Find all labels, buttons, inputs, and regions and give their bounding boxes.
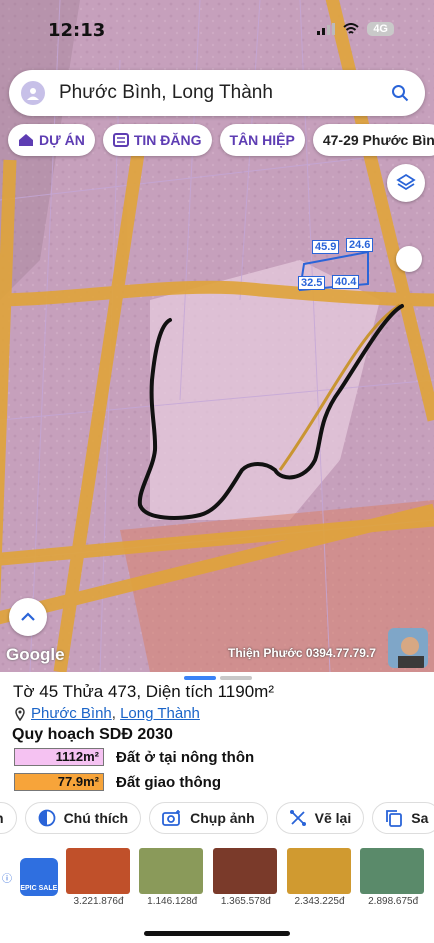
sheet-handle[interactable] bbox=[184, 676, 252, 680]
chevron-up-icon bbox=[21, 612, 35, 621]
chip-label: TIN ĐĂNG bbox=[133, 132, 202, 148]
plan-title: Quy hoạch SDĐ 2030 bbox=[12, 726, 173, 743]
product-image bbox=[286, 847, 351, 894]
legend-button[interactable]: Chú thích bbox=[24, 802, 142, 834]
chip-tan-hiep[interactable]: TÂN HIỆP bbox=[219, 124, 305, 156]
copy-icon bbox=[386, 810, 403, 827]
status-icons: 4G bbox=[317, 22, 394, 36]
filter-chips: DỰ ÁN TIN ĐĂNG TÂN HIỆP 47-29 Phước Bìn bbox=[8, 124, 434, 156]
ad-product[interactable]: 2.898.675đ bbox=[360, 847, 426, 907]
redraw-button[interactable]: Vẽ lại bbox=[275, 802, 365, 834]
chip-label: TÂN HIỆP bbox=[229, 132, 295, 148]
ad-product[interactable]: 1.365.578đ bbox=[213, 847, 279, 907]
chip-label: 47-29 Phước Bìn bbox=[322, 132, 434, 148]
clock: 12:13 bbox=[48, 20, 106, 41]
face-photo bbox=[388, 628, 428, 668]
list-icon bbox=[112, 133, 129, 147]
save-button[interactable]: Sa bbox=[372, 802, 434, 834]
chip-tin-dang[interactable]: TIN ĐĂNG bbox=[102, 124, 212, 156]
network-badge: 4G bbox=[367, 22, 394, 36]
action-label: Chụp ảnh bbox=[190, 810, 255, 826]
chip-parcel[interactable]: 47-29 Phước Bìn bbox=[312, 124, 434, 156]
home-indicator bbox=[144, 931, 290, 936]
zone-area: 1112m² bbox=[14, 748, 104, 766]
watermark: Thiện Phước 0394.77.79.7 bbox=[228, 646, 376, 660]
search-input[interactable]: Phước Bình, Long Thành bbox=[59, 82, 389, 104]
user-icon bbox=[27, 88, 39, 100]
zone-area: 77.9m² bbox=[14, 773, 104, 791]
zone-label: Đất ở tại nông thôn bbox=[116, 748, 255, 766]
sale-badge[interactable]: EPIC SALE bbox=[19, 858, 58, 896]
zone-row: 1112m² Đất ở tại nông thôn bbox=[14, 748, 254, 766]
layers-button[interactable] bbox=[387, 164, 425, 202]
layers-icon bbox=[396, 173, 416, 191]
product-price: 1.365.578đ bbox=[220, 895, 271, 907]
profile-thumbnail[interactable] bbox=[388, 628, 428, 668]
ad-product[interactable]: 2.343.225đ bbox=[286, 847, 353, 907]
status-bar: 12:13 4G bbox=[0, 0, 434, 56]
expand-button[interactable] bbox=[9, 598, 47, 636]
parcel-location: Phước Bình, Long Thành bbox=[15, 705, 200, 722]
action-partial[interactable]: n bbox=[0, 802, 17, 834]
measure-label: 32.5 bbox=[298, 276, 326, 290]
ad-product[interactable]: 3.221.876đ bbox=[65, 847, 132, 907]
measure-label: 45.9 bbox=[312, 240, 340, 254]
redraw-icon bbox=[289, 810, 306, 826]
zone-label: Đất giao thông bbox=[116, 773, 221, 791]
location-separator: , bbox=[111, 705, 116, 722]
product-price: 1.146.128đ bbox=[147, 895, 198, 907]
action-label: n bbox=[0, 810, 4, 826]
measure-label: 24.6 bbox=[346, 238, 374, 252]
search-bar[interactable]: Phước Bình, Long Thành bbox=[9, 70, 425, 116]
measure-label: 40.4 bbox=[332, 275, 360, 289]
search-icon[interactable] bbox=[389, 84, 411, 102]
home-icon bbox=[19, 134, 33, 146]
parcel-info-sheet[interactable]: Tờ 45 Thửa 473, Diện tích 1190m² Phước B… bbox=[0, 672, 434, 943]
action-label: Vẽ lại bbox=[314, 810, 352, 826]
product-image bbox=[213, 847, 278, 894]
avatar[interactable] bbox=[21, 81, 45, 105]
location-link-district[interactable]: Long Thành bbox=[120, 705, 200, 722]
action-label: Sa bbox=[411, 810, 429, 826]
location-pin-icon bbox=[15, 706, 25, 721]
chip-du-an[interactable]: DỰ ÁN bbox=[8, 124, 95, 156]
map-view[interactable]: 45.9 24.6 32.5 40.4 12:13 4G Phước Bình,… bbox=[0, 0, 434, 672]
product-image bbox=[139, 847, 204, 894]
camera-add-icon bbox=[162, 810, 181, 826]
ad-product[interactable]: 1.146.128đ bbox=[139, 847, 205, 907]
product-image bbox=[65, 847, 130, 894]
ad-banner[interactable]: ⓘ EPIC SALE 3.221.876đ 1.146.128đ 1.365.… bbox=[0, 844, 434, 910]
product-price: 3.221.876đ bbox=[73, 895, 124, 907]
info-icon[interactable]: ⓘ bbox=[2, 870, 20, 885]
chip-label: DỰ ÁN bbox=[39, 132, 85, 148]
google-logo: Google bbox=[6, 645, 65, 664]
product-image bbox=[360, 847, 425, 894]
wifi-icon bbox=[343, 23, 359, 34]
location-link-ward[interactable]: Phước Bình bbox=[31, 705, 112, 722]
zone-row: 77.9m² Đất giao thông bbox=[14, 773, 221, 791]
legend-icon bbox=[38, 809, 55, 827]
capture-button[interactable]: Chụp ảnh bbox=[149, 802, 268, 834]
action-bar: n Chú thích Chụp ảnh Vẽ lại Sa bbox=[0, 802, 434, 834]
action-label: Chú thích bbox=[63, 810, 129, 826]
signal-icon bbox=[317, 23, 336, 35]
product-price: 2.343.225đ bbox=[294, 895, 345, 907]
parcel-title: Tờ 45 Thửa 473, Diện tích 1190m² bbox=[13, 682, 274, 701]
product-price: 2.898.675đ bbox=[368, 895, 419, 907]
opacity-slider-handle[interactable] bbox=[396, 246, 422, 272]
